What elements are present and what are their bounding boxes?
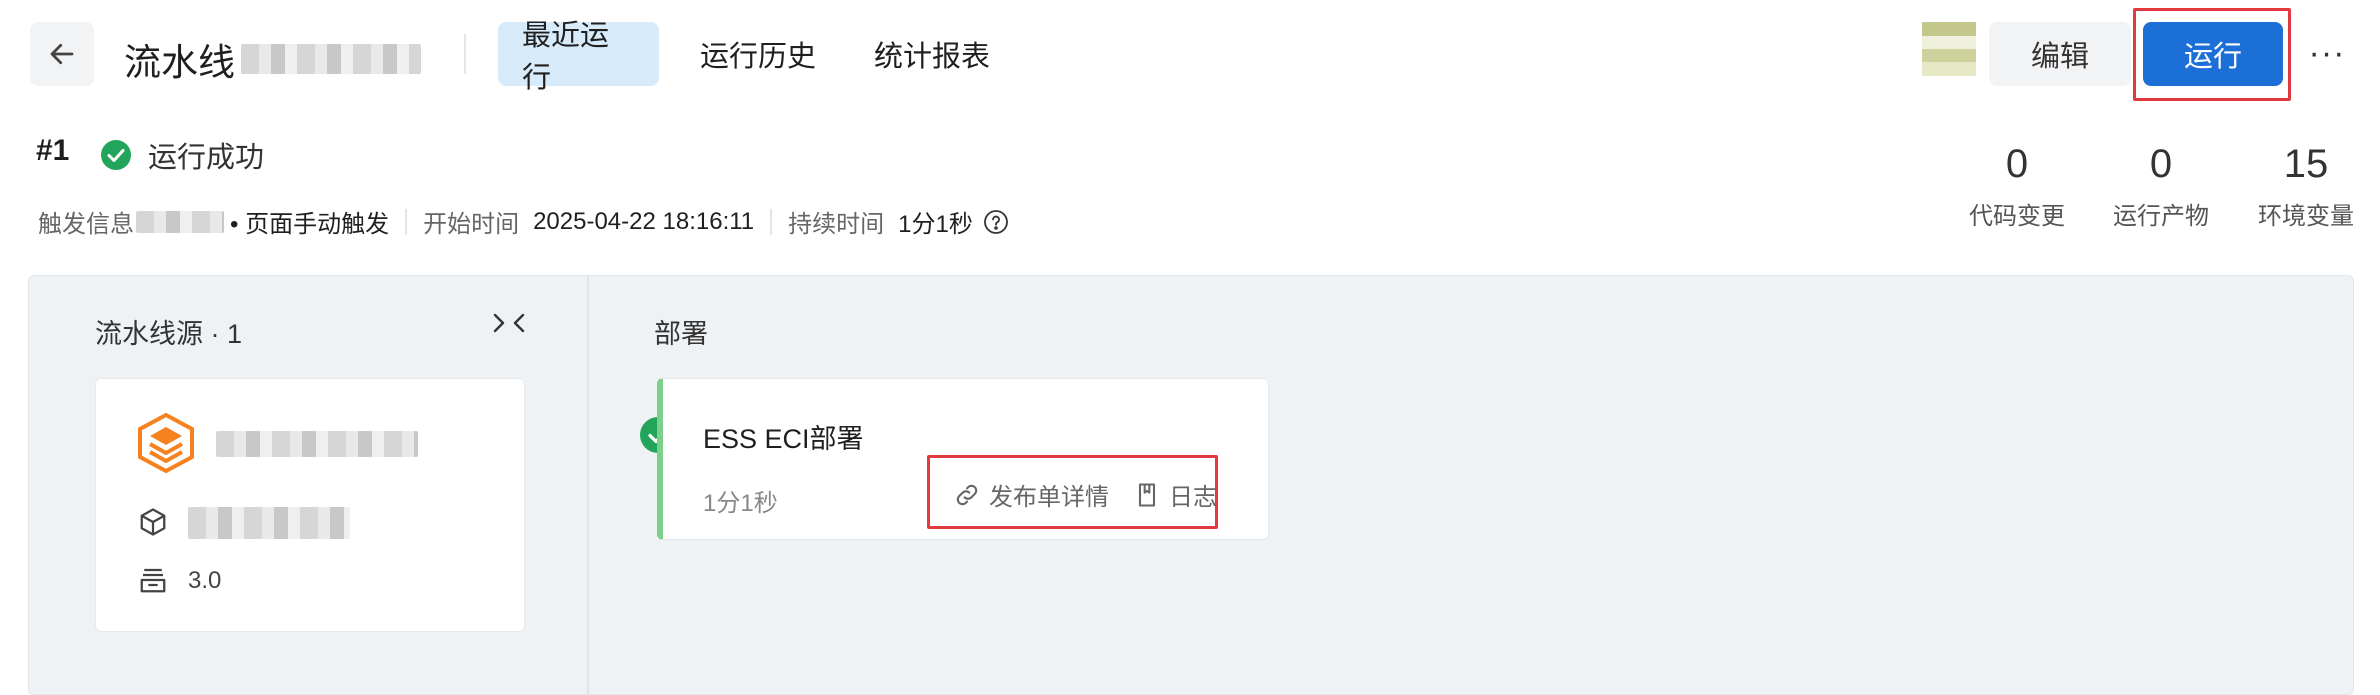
info-separator	[770, 208, 773, 235]
redacted-branch-name	[188, 507, 350, 539]
job-card[interactable]: ESS ECI部署 1分1秒 发布单详情 日志	[657, 378, 1269, 540]
header-divider	[464, 34, 466, 74]
tab-run-history[interactable]: 运行历史	[676, 22, 840, 86]
source-column-title: 流水线源 · 1	[95, 319, 243, 349]
run-status-text: 运行成功	[148, 142, 265, 174]
run-number: #1	[36, 134, 70, 167]
source-column: 流水线源 · 1 3.0	[29, 276, 589, 694]
pipeline-title: 流水线	[124, 32, 421, 86]
redacted-repo-name	[216, 431, 418, 457]
edit-button[interactable]: 编辑	[1989, 22, 2131, 86]
stat-label: 代码变更	[1969, 203, 2065, 230]
run-button[interactable]: 运行	[2143, 22, 2283, 86]
trigger-label: 触发信息	[38, 211, 134, 238]
run-status: 运行成功	[100, 134, 264, 176]
stat-env-vars[interactable]: 15 环境变量	[2251, 140, 2361, 231]
log-label: 日志	[1169, 484, 1217, 511]
link-icon	[956, 484, 978, 505]
source-version: 3.0	[188, 567, 222, 594]
stat-code-changes[interactable]: 0 代码变更	[1962, 140, 2072, 231]
stage-title: 部署	[654, 319, 708, 349]
tab-recent-runs[interactable]: 最近运行	[498, 20, 659, 94]
back-button[interactable]	[30, 22, 94, 86]
release-details-link[interactable]: 发布单详情	[953, 477, 1109, 512]
stat-label: 运行产物	[2113, 203, 2209, 230]
duration-label: 持续时间	[788, 211, 885, 238]
pipeline-title-text: 流水线	[124, 42, 235, 83]
job-name: ESS ECI部署	[703, 424, 864, 454]
tab-statistics-report[interactable]: 统计报表	[850, 22, 1014, 86]
trigger-value: • 页面手动触发	[230, 211, 390, 238]
job-duration: 1分1秒	[703, 490, 778, 517]
start-time-value: 2025-04-22 18:16:11	[533, 207, 755, 235]
collapse-icon[interactable]	[489, 308, 529, 338]
release-details-label: 发布单详情	[989, 484, 1109, 511]
stat-value: 0	[2149, 142, 2173, 186]
duration-value: 1分1秒	[898, 211, 973, 238]
check-circle-icon	[101, 140, 131, 170]
start-time-label: 开始时间	[423, 211, 520, 238]
help-circle-icon[interactable]	[983, 209, 1009, 235]
archive-icon	[140, 568, 166, 593]
log-link[interactable]: 日志	[1133, 477, 1217, 512]
package-icon	[140, 508, 166, 536]
stat-artifacts[interactable]: 0 运行产物	[2106, 140, 2216, 231]
source-card[interactable]: 3.0	[95, 378, 525, 632]
top-header: 流水线 最近运行 运行历史 统计报表 编辑 运行 ···	[0, 0, 2380, 120]
pipeline-canvas: 流水线源 · 1 3.0 部署 ESS ECI部署 1分1秒 发布单详情 日志	[28, 275, 2354, 695]
arrow-left-icon	[50, 43, 74, 65]
job-actions: 发布单详情 日志	[953, 477, 1217, 512]
redacted-trigger-user	[136, 210, 224, 233]
stat-label: 环境变量	[2258, 203, 2354, 230]
redacted-pipeline-name	[241, 44, 421, 74]
more-menu-button[interactable]: ···	[2306, 28, 2348, 78]
run-info-row: 触发信息 • 页面手动触发 开始时间 2025-04-22 18:16:11 持…	[38, 204, 1009, 239]
stat-value: 0	[2005, 142, 2029, 186]
info-separator	[405, 208, 408, 235]
avatar[interactable]	[1922, 22, 1976, 76]
stat-value: 15	[2283, 142, 2329, 186]
code-repo-logo-icon	[138, 413, 194, 473]
book-icon	[1138, 482, 1156, 507]
